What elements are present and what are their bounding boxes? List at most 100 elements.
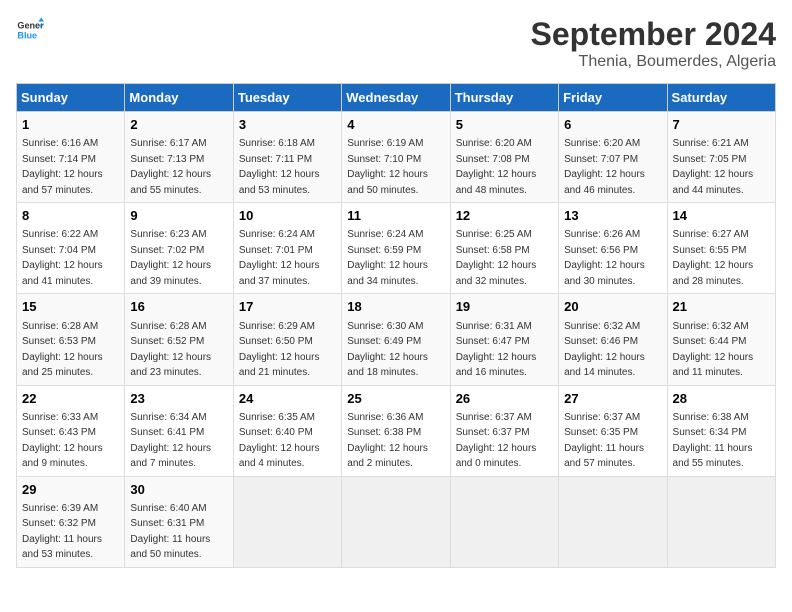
calendar-day-cell: 12 Sunrise: 6:25 AMSunset: 6:58 PMDaylig…	[450, 203, 558, 294]
day-number: 8	[22, 207, 119, 225]
day-number: 10	[239, 207, 336, 225]
calendar-week-row: 29 Sunrise: 6:39 AMSunset: 6:32 PMDaylig…	[17, 476, 776, 567]
day-info: Sunrise: 6:23 AMSunset: 7:02 PMDaylight:…	[130, 229, 211, 287]
day-info: Sunrise: 6:19 AMSunset: 7:10 PMDaylight:…	[347, 138, 428, 196]
calendar-day-cell: 2 Sunrise: 6:17 AMSunset: 7:13 PMDayligh…	[125, 112, 233, 203]
calendar-day-cell: 5 Sunrise: 6:20 AMSunset: 7:08 PMDayligh…	[450, 112, 558, 203]
calendar-day-cell: 19 Sunrise: 6:31 AMSunset: 6:47 PMDaylig…	[450, 294, 558, 385]
day-info: Sunrise: 6:31 AMSunset: 6:47 PMDaylight:…	[456, 321, 537, 379]
calendar-day-cell: 18 Sunrise: 6:30 AMSunset: 6:49 PMDaylig…	[342, 294, 450, 385]
day-info: Sunrise: 6:34 AMSunset: 6:41 PMDaylight:…	[130, 412, 211, 470]
calendar-week-row: 15 Sunrise: 6:28 AMSunset: 6:53 PMDaylig…	[17, 294, 776, 385]
day-number: 27	[564, 390, 661, 408]
svg-text:Blue: Blue	[17, 30, 37, 40]
calendar-day-cell: 11 Sunrise: 6:24 AMSunset: 6:59 PMDaylig…	[342, 203, 450, 294]
day-info: Sunrise: 6:32 AMSunset: 6:46 PMDaylight:…	[564, 321, 645, 379]
day-number: 28	[673, 390, 770, 408]
day-info: Sunrise: 6:24 AMSunset: 6:59 PMDaylight:…	[347, 229, 428, 287]
calendar-week-row: 1 Sunrise: 6:16 AMSunset: 7:14 PMDayligh…	[17, 112, 776, 203]
calendar-day-cell	[667, 476, 775, 567]
day-number: 3	[239, 116, 336, 134]
weekday-header: Monday	[125, 84, 233, 112]
day-number: 17	[239, 298, 336, 316]
day-info: Sunrise: 6:20 AMSunset: 7:08 PMDaylight:…	[456, 138, 537, 196]
day-info: Sunrise: 6:20 AMSunset: 7:07 PMDaylight:…	[564, 138, 645, 196]
day-number: 11	[347, 207, 444, 225]
calendar-day-cell	[342, 476, 450, 567]
calendar-day-cell: 9 Sunrise: 6:23 AMSunset: 7:02 PMDayligh…	[125, 203, 233, 294]
day-number: 4	[347, 116, 444, 134]
day-number: 20	[564, 298, 661, 316]
calendar-day-cell: 23 Sunrise: 6:34 AMSunset: 6:41 PMDaylig…	[125, 385, 233, 476]
day-number: 2	[130, 116, 227, 134]
day-info: Sunrise: 6:39 AMSunset: 6:32 PMDaylight:…	[22, 503, 102, 561]
calendar-day-cell: 28 Sunrise: 6:38 AMSunset: 6:34 PMDaylig…	[667, 385, 775, 476]
calendar-day-cell: 7 Sunrise: 6:21 AMSunset: 7:05 PMDayligh…	[667, 112, 775, 203]
calendar-day-cell: 16 Sunrise: 6:28 AMSunset: 6:52 PMDaylig…	[125, 294, 233, 385]
calendar-day-cell: 17 Sunrise: 6:29 AMSunset: 6:50 PMDaylig…	[233, 294, 341, 385]
day-number: 29	[22, 481, 119, 499]
day-info: Sunrise: 6:32 AMSunset: 6:44 PMDaylight:…	[673, 321, 754, 379]
month-title: September 2024	[531, 16, 776, 53]
calendar-day-cell	[450, 476, 558, 567]
title-area: September 2024 Thenia, Boumerdes, Algeri…	[531, 16, 776, 71]
day-number: 1	[22, 116, 119, 134]
day-number: 25	[347, 390, 444, 408]
day-info: Sunrise: 6:28 AMSunset: 6:53 PMDaylight:…	[22, 321, 103, 379]
calendar-day-cell: 20 Sunrise: 6:32 AMSunset: 6:46 PMDaylig…	[559, 294, 667, 385]
calendar-week-row: 22 Sunrise: 6:33 AMSunset: 6:43 PMDaylig…	[17, 385, 776, 476]
calendar-day-cell: 22 Sunrise: 6:33 AMSunset: 6:43 PMDaylig…	[17, 385, 125, 476]
day-number: 5	[456, 116, 553, 134]
calendar-day-cell: 15 Sunrise: 6:28 AMSunset: 6:53 PMDaylig…	[17, 294, 125, 385]
weekday-header: Thursday	[450, 84, 558, 112]
calendar-day-cell: 1 Sunrise: 6:16 AMSunset: 7:14 PMDayligh…	[17, 112, 125, 203]
day-info: Sunrise: 6:40 AMSunset: 6:31 PMDaylight:…	[130, 503, 210, 561]
calendar-day-cell: 10 Sunrise: 6:24 AMSunset: 7:01 PMDaylig…	[233, 203, 341, 294]
weekday-header: Friday	[559, 84, 667, 112]
day-info: Sunrise: 6:17 AMSunset: 7:13 PMDaylight:…	[130, 138, 211, 196]
day-number: 22	[22, 390, 119, 408]
calendar-day-cell	[233, 476, 341, 567]
location-title: Thenia, Boumerdes, Algeria	[531, 53, 776, 71]
day-info: Sunrise: 6:16 AMSunset: 7:14 PMDaylight:…	[22, 138, 103, 196]
day-number: 19	[456, 298, 553, 316]
day-number: 9	[130, 207, 227, 225]
day-info: Sunrise: 6:24 AMSunset: 7:01 PMDaylight:…	[239, 229, 320, 287]
day-number: 13	[564, 207, 661, 225]
day-number: 30	[130, 481, 227, 499]
weekday-header: Tuesday	[233, 84, 341, 112]
day-info: Sunrise: 6:26 AMSunset: 6:56 PMDaylight:…	[564, 229, 645, 287]
weekday-header: Wednesday	[342, 84, 450, 112]
day-info: Sunrise: 6:33 AMSunset: 6:43 PMDaylight:…	[22, 412, 103, 470]
day-number: 18	[347, 298, 444, 316]
day-info: Sunrise: 6:37 AMSunset: 6:37 PMDaylight:…	[456, 412, 537, 470]
day-number: 6	[564, 116, 661, 134]
logo: General Blue	[16, 16, 44, 44]
day-info: Sunrise: 6:21 AMSunset: 7:05 PMDaylight:…	[673, 138, 754, 196]
day-info: Sunrise: 6:30 AMSunset: 6:49 PMDaylight:…	[347, 321, 428, 379]
day-number: 24	[239, 390, 336, 408]
day-info: Sunrise: 6:27 AMSunset: 6:55 PMDaylight:…	[673, 229, 754, 287]
day-number: 16	[130, 298, 227, 316]
calendar-day-cell: 27 Sunrise: 6:37 AMSunset: 6:35 PMDaylig…	[559, 385, 667, 476]
day-info: Sunrise: 6:25 AMSunset: 6:58 PMDaylight:…	[456, 229, 537, 287]
day-info: Sunrise: 6:22 AMSunset: 7:04 PMDaylight:…	[22, 229, 103, 287]
calendar-day-cell: 14 Sunrise: 6:27 AMSunset: 6:55 PMDaylig…	[667, 203, 775, 294]
day-info: Sunrise: 6:38 AMSunset: 6:34 PMDaylight:…	[673, 412, 753, 470]
weekday-header: Sunday	[17, 84, 125, 112]
day-number: 15	[22, 298, 119, 316]
calendar-day-cell: 8 Sunrise: 6:22 AMSunset: 7:04 PMDayligh…	[17, 203, 125, 294]
calendar-day-cell: 4 Sunrise: 6:19 AMSunset: 7:10 PMDayligh…	[342, 112, 450, 203]
calendar-day-cell: 24 Sunrise: 6:35 AMSunset: 6:40 PMDaylig…	[233, 385, 341, 476]
day-info: Sunrise: 6:28 AMSunset: 6:52 PMDaylight:…	[130, 321, 211, 379]
calendar-day-cell: 25 Sunrise: 6:36 AMSunset: 6:38 PMDaylig…	[342, 385, 450, 476]
calendar-day-cell: 6 Sunrise: 6:20 AMSunset: 7:07 PMDayligh…	[559, 112, 667, 203]
day-number: 23	[130, 390, 227, 408]
calendar-day-cell: 29 Sunrise: 6:39 AMSunset: 6:32 PMDaylig…	[17, 476, 125, 567]
calendar-day-cell	[559, 476, 667, 567]
day-info: Sunrise: 6:18 AMSunset: 7:11 PMDaylight:…	[239, 138, 320, 196]
calendar-day-cell: 21 Sunrise: 6:32 AMSunset: 6:44 PMDaylig…	[667, 294, 775, 385]
day-info: Sunrise: 6:36 AMSunset: 6:38 PMDaylight:…	[347, 412, 428, 470]
day-number: 7	[673, 116, 770, 134]
calendar-day-cell: 26 Sunrise: 6:37 AMSunset: 6:37 PMDaylig…	[450, 385, 558, 476]
